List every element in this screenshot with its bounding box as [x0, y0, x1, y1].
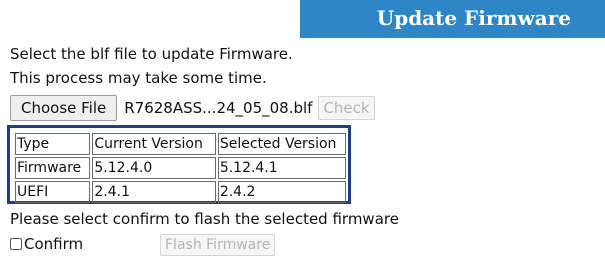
header-bar: Update Firmware — [300, 0, 605, 38]
table-row: UEFI 2.4.1 2.4.2 — [15, 181, 346, 203]
header-selected-version: Selected Version — [217, 133, 346, 155]
check-button[interactable]: Check — [318, 96, 375, 120]
type-cell: UEFI — [15, 181, 91, 203]
type-cell: Firmware — [15, 157, 91, 179]
selected-version-cell: 5.12.4.1 — [217, 157, 346, 179]
flash-firmware-button[interactable]: Flash Firmware — [160, 234, 276, 256]
version-table-highlight: Type Current Version Selected Version Fi… — [7, 125, 351, 204]
confirm-checkbox[interactable] — [10, 238, 22, 250]
confirm-prompt: Please select confirm to flash the selec… — [10, 210, 399, 228]
selected-file-name: R7628ASS...24_05_08.blf — [124, 99, 313, 117]
instruction-line-2: This process may take some time. — [10, 69, 267, 87]
table-header-row: Type Current Version Selected Version — [15, 133, 346, 155]
selected-version-cell: 2.4.2 — [217, 181, 346, 203]
confirm-row: Confirm — [10, 233, 83, 255]
current-version-cell: 2.4.1 — [92, 181, 216, 203]
confirm-label[interactable]: Confirm — [24, 235, 83, 253]
current-version-cell: 5.12.4.0 — [92, 157, 216, 179]
table-row: Firmware 5.12.4.0 5.12.4.1 — [15, 157, 346, 179]
header-current-version: Current Version — [92, 133, 216, 155]
choose-file-button[interactable]: Choose File — [10, 95, 118, 121]
page-title: Update Firmware — [376, 6, 571, 30]
instruction-line-1: Select the blf file to update Firmware. — [10, 45, 293, 63]
header-type: Type — [15, 133, 91, 155]
version-table: Type Current Version Selected Version Fi… — [13, 131, 348, 205]
file-picker-row: Choose File R7628ASS...24_05_08.blf Chec… — [10, 95, 375, 121]
